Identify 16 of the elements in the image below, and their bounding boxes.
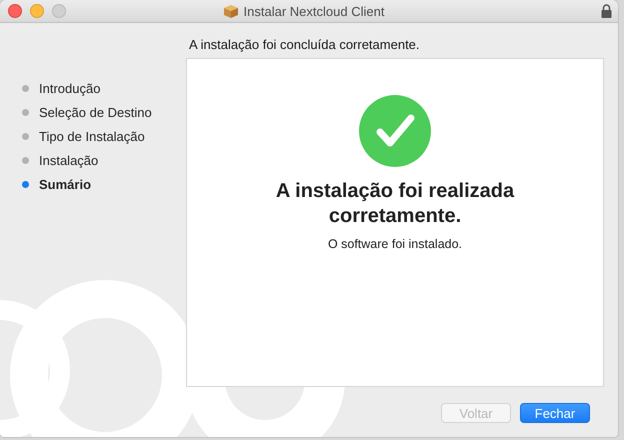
lock-icon	[601, 4, 612, 18]
step-label: Sumário	[39, 177, 92, 192]
step-label: Seleção de Destino	[39, 105, 152, 120]
step-label: Introdução	[39, 81, 100, 96]
close-button[interactable]	[8, 4, 22, 18]
package-icon	[222, 4, 239, 18]
zoom-button[interactable]	[52, 4, 66, 18]
result-title: A instalação foi realizada corretamente.	[274, 179, 516, 229]
success-check-icon	[359, 95, 431, 167]
step-label: Tipo de Instalação	[39, 129, 145, 144]
result-message: O software foi instalado.	[328, 237, 462, 251]
step-label: Instalação	[39, 153, 98, 168]
minimize-button[interactable]	[30, 4, 44, 18]
window-title: Instalar Nextcloud Client	[244, 4, 384, 18]
status-heading: A instalação foi concluída corretamente.	[188, 36, 421, 54]
close-installer-button[interactable]: Fechar	[520, 403, 590, 423]
